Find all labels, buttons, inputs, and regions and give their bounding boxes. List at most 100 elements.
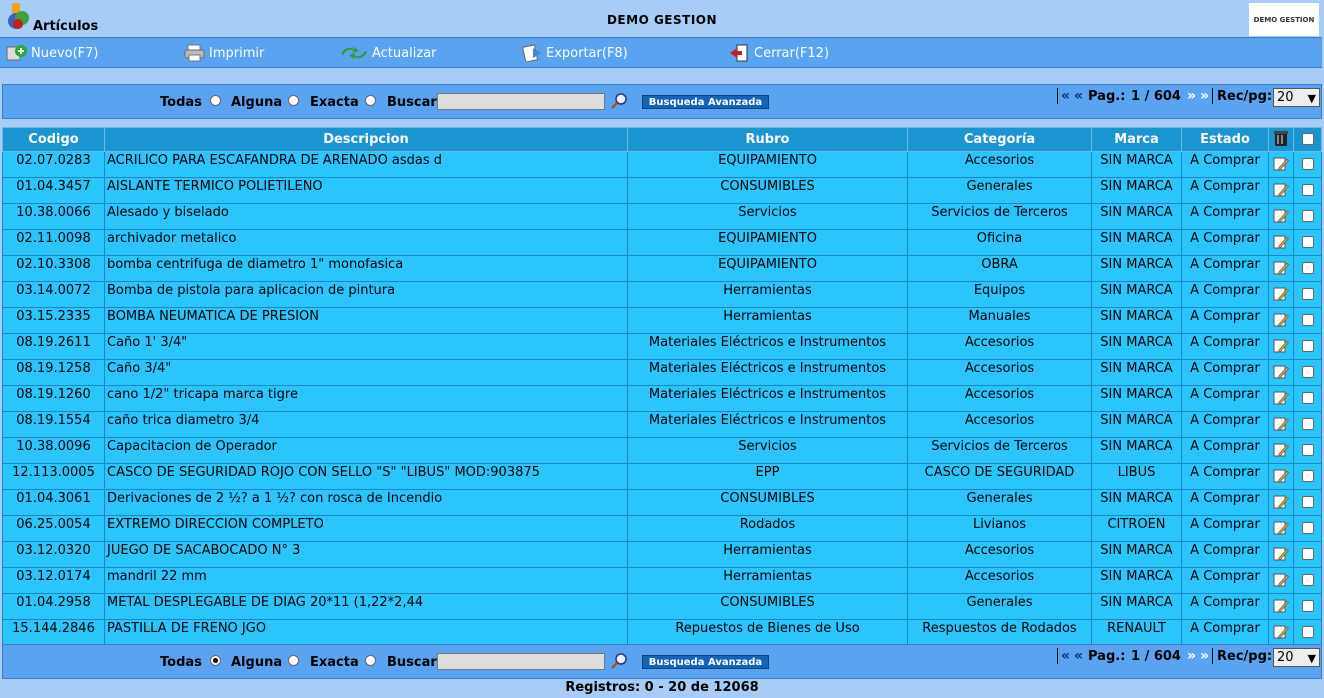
row-checkbox[interactable] [1301,210,1314,222]
close-button[interactable]: Cerrar(F12) [729,43,829,63]
row-checkbox[interactable] [1301,418,1314,430]
search-icon[interactable] [610,652,628,670]
rec-per-page-select[interactable]: 20 ▼ [1273,88,1320,107]
edit-icon[interactable] [1273,624,1289,640]
col-header-estado[interactable]: Estado [1181,127,1269,152]
advanced-search-button[interactable]: Busqueda Avanzada [642,655,769,669]
edit-icon[interactable] [1273,156,1289,172]
last-page-button[interactable]: » [1200,648,1209,664]
row-checkbox[interactable] [1301,574,1314,586]
edit-icon[interactable] [1273,520,1289,536]
edit-icon[interactable] [1273,390,1289,406]
cell-codigo: 08.19.2611 [2,333,105,360]
table-row[interactable]: 03.12.0320 JUEGO DE SACABOCADO N° 3 Herram… [2,541,1322,568]
search-input[interactable] [437,653,605,670]
option-todas-radio[interactable] [210,95,221,106]
table-row[interactable]: 03.12.0174 mandril 22 mm Herramientas Acces… [2,567,1322,594]
table-row[interactable]: 12.113.0005 CASCO DE SEGURIDAD ROJO CON S… [2,463,1322,490]
select-all-checkbox[interactable] [1301,132,1314,145]
row-checkbox[interactable] [1301,600,1314,612]
cell-select [1293,333,1322,360]
edit-icon[interactable] [1273,598,1289,614]
print-button[interactable]: Imprimir [184,43,264,63]
row-checkbox[interactable] [1301,522,1314,534]
cell-rubro: Servicios [627,437,908,464]
edit-icon[interactable] [1273,364,1289,380]
option-exacta-radio[interactable] [365,95,376,106]
first-page-button[interactable]: « [1061,88,1070,104]
col-header-select-all[interactable] [1293,127,1322,152]
row-checkbox[interactable] [1301,184,1314,196]
row-checkbox[interactable] [1301,340,1314,352]
table-row[interactable]: 02.07.0283 ACRILICO PARA ESCAFANDRA DE AR… [2,151,1322,178]
row-checkbox[interactable] [1301,262,1314,274]
option-alguna-radio[interactable] [288,95,299,106]
search-bar-top: Todas Alguna Exacta Buscar Busqueda Avan… [2,84,1322,119]
rec-per-page-select[interactable]: 20 ▼ [1273,648,1320,667]
refresh-button[interactable]: Actualizar [339,43,436,63]
row-checkbox[interactable] [1301,158,1314,170]
edit-icon[interactable] [1273,260,1289,276]
first-page-button[interactable]: « [1061,648,1070,664]
table-row[interactable]: 15.144.2846 PASTILLA DE FRENO JGO Repuesto… [2,619,1322,646]
row-checkbox[interactable] [1301,314,1314,326]
table-row[interactable]: 06.25.0054 EXTREMO DIRECCION COMPLETO Roda… [2,515,1322,542]
col-header-descripcion[interactable]: Descripcion [104,127,628,152]
edit-icon[interactable] [1273,572,1289,588]
cell-rubro: Materiales Eléctricos e Instrumentos [627,411,908,438]
row-checkbox[interactable] [1301,392,1314,404]
prev-page-button[interactable]: « [1074,648,1083,664]
col-header-codigo[interactable]: Codigo [2,127,105,152]
edit-icon[interactable] [1273,416,1289,432]
table-row[interactable]: 03.15.2335 BOMBA NEUMATICA DE PRESION Herr… [2,307,1322,334]
table-row[interactable]: 01.04.3457 AISLANTE TERMICO POLIETILENO CO… [2,177,1322,204]
col-header-categoria[interactable]: Categoría [907,127,1092,152]
row-checkbox[interactable] [1301,496,1314,508]
new-button[interactable]: Nuevo(F7) [6,43,99,63]
table-row[interactable]: 08.19.2611 Caño 1' 3/4" Materiales Eléctri… [2,333,1322,360]
table-row[interactable]: 08.19.1260 cano 1/2" tricapa marca tigre M… [2,385,1322,412]
prev-page-button[interactable]: « [1074,88,1083,104]
edit-icon[interactable] [1273,546,1289,562]
next-page-button[interactable]: » [1187,648,1196,664]
row-checkbox[interactable] [1301,626,1314,638]
table-row[interactable]: 01.04.2958 METAL DESPLEGABLE DE DIAG 20*1… [2,593,1322,620]
table-row[interactable]: 01.04.3061 Derivaciones de 2 ½? a 1 ½? co… [2,489,1322,516]
edit-icon[interactable] [1273,442,1289,458]
edit-icon[interactable] [1273,182,1289,198]
table-row[interactable]: 08.19.1258 Caño 3/4" Materiales Eléctricos… [2,359,1322,386]
col-header-rubro[interactable]: Rubro [627,127,908,152]
next-page-button[interactable]: » [1187,88,1196,104]
option-exacta-radio[interactable] [365,655,376,666]
table-row[interactable]: 02.11.0098 archivador metalico EQUIPAMIENT… [2,229,1322,256]
edit-icon[interactable] [1273,312,1289,328]
cell-rubro: Herramientas [627,307,908,334]
last-page-button[interactable]: » [1200,88,1209,104]
trash-icon[interactable] [1273,129,1289,147]
search-icon[interactable] [610,92,628,110]
export-button[interactable]: Exportar(F8) [521,43,628,63]
option-todas-radio[interactable] [210,655,221,666]
edit-icon[interactable] [1273,468,1289,484]
table-row[interactable]: 02.10.3308 bomba centrifuga de diametro 1… [2,255,1322,282]
row-checkbox[interactable] [1301,236,1314,248]
table-row[interactable]: 03.14.0072 Bomba de pistola para aplicaci… [2,281,1322,308]
edit-icon[interactable] [1273,494,1289,510]
table-row[interactable]: 10.38.0066 Alesado y biselado Servicios Ser… [2,203,1322,230]
row-checkbox[interactable] [1301,366,1314,378]
advanced-search-button[interactable]: Busqueda Avanzada [642,95,769,109]
option-alguna-radio[interactable] [288,655,299,666]
table-row[interactable]: 10.38.0096 Capacitacion de Operador Servic… [2,437,1322,464]
row-checkbox[interactable] [1301,288,1314,300]
row-checkbox[interactable] [1301,444,1314,456]
edit-icon[interactable] [1273,338,1289,354]
table-row[interactable]: 08.19.1554 caño trica diametro 3/4 Materia… [2,411,1322,438]
col-header-marca[interactable]: Marca [1091,127,1182,152]
col-header-delete[interactable] [1268,127,1294,152]
edit-icon[interactable] [1273,286,1289,302]
row-checkbox[interactable] [1301,470,1314,482]
search-input[interactable] [437,93,605,110]
edit-icon[interactable] [1273,234,1289,250]
row-checkbox[interactable] [1301,548,1314,560]
edit-icon[interactable] [1273,208,1289,224]
